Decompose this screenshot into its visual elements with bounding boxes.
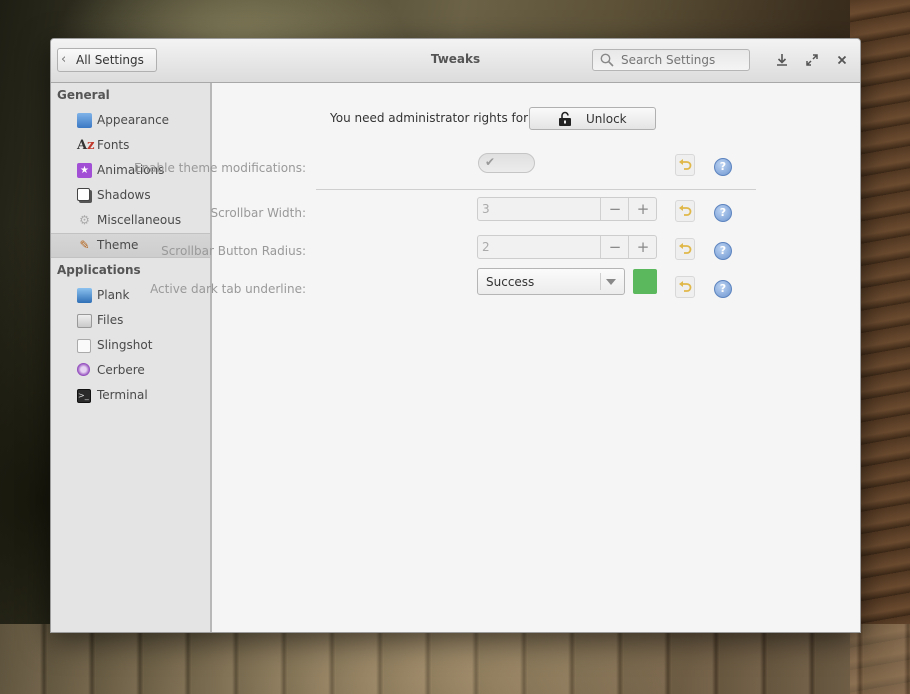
- unlock-button[interactable]: Unlock: [529, 107, 656, 130]
- titlebar: ‹ All Settings Tweaks: [51, 39, 860, 83]
- fonts-icon: Az: [77, 138, 95, 153]
- sidebar-item-label: Miscellaneous: [97, 213, 182, 227]
- check-icon: ✔: [485, 155, 496, 169]
- undo-icon: [679, 159, 692, 170]
- dark-tab-reset-button[interactable]: [675, 276, 695, 298]
- scrollbar-width-label: Scrollbar Width:: [210, 206, 306, 220]
- animations-icon: ★: [77, 163, 92, 178]
- dark-tab-value: Success: [486, 275, 535, 289]
- plank-icon: [77, 288, 92, 303]
- sidebar-item-appearance[interactable]: Appearance: [51, 108, 210, 133]
- sidebar-item-label: Plank: [97, 288, 130, 302]
- sidebar-item-label: Terminal: [97, 388, 148, 402]
- decrement-button[interactable]: −: [600, 198, 629, 220]
- undo-icon: [679, 205, 692, 216]
- undo-icon: [679, 281, 692, 292]
- divider: [316, 189, 756, 190]
- scrollbar-radius-label: Scrollbar Button Radius:: [161, 244, 306, 258]
- dark-tab-help-icon[interactable]: ?: [714, 280, 732, 298]
- files-icon: [77, 314, 92, 328]
- increment-button[interactable]: +: [628, 236, 657, 258]
- appearance-icon: [77, 113, 92, 128]
- sidebar-item-label: Slingshot: [97, 338, 153, 352]
- slingshot-icon: [77, 339, 91, 353]
- miscellaneous-icon: ⚙: [79, 213, 90, 227]
- unlock-label: Unlock: [586, 112, 627, 126]
- search-field[interactable]: [592, 49, 750, 71]
- dark-tab-label: Active dark tab underline:: [150, 282, 306, 296]
- download-icon[interactable]: [774, 52, 790, 68]
- maximize-icon[interactable]: [804, 52, 820, 68]
- sidebar-item-terminal[interactable]: >_ Terminal: [51, 383, 210, 408]
- enable-theme-help-icon[interactable]: ?: [714, 158, 732, 176]
- scrollbar-radius-reset-button[interactable]: [675, 238, 695, 260]
- sidebar-item-label: Shadows: [97, 188, 151, 202]
- scrollbar-radius-stepper[interactable]: − +: [477, 235, 657, 259]
- combo-separator: [600, 273, 601, 290]
- category-applications: Applications: [57, 263, 141, 277]
- settings-window: ‹ All Settings Tweaks General Appearance: [50, 38, 861, 633]
- enable-theme-label: Enable theme modifications:: [133, 161, 306, 175]
- search-icon: [600, 53, 614, 67]
- sidebar-item-label: Cerbere: [97, 363, 145, 377]
- shadows-icon: [77, 188, 90, 201]
- wallpaper-planks: [0, 624, 910, 694]
- scrollbar-radius-help-icon[interactable]: ?: [714, 242, 732, 260]
- sidebar-item-slingshot[interactable]: Slingshot: [51, 333, 210, 358]
- sidebar-item-files[interactable]: Files: [51, 308, 210, 333]
- lock-open-icon: [559, 111, 571, 126]
- sidebar-item-label: Appearance: [97, 113, 170, 127]
- cerbere-icon: [77, 363, 90, 376]
- decrement-button[interactable]: −: [600, 236, 629, 258]
- sidebar-item-fonts[interactable]: Az Fonts: [51, 133, 210, 158]
- close-icon[interactable]: [834, 52, 850, 68]
- increment-button[interactable]: +: [628, 198, 657, 220]
- enable-theme-toggle[interactable]: ✔: [478, 153, 535, 173]
- color-swatch[interactable]: [633, 269, 657, 294]
- scrollbar-width-help-icon[interactable]: ?: [714, 204, 732, 222]
- sidebar-item-shadows[interactable]: Shadows: [51, 183, 210, 208]
- content-pane: You need administrator rights for this U…: [134, 83, 860, 632]
- scrollbar-width-stepper[interactable]: − +: [477, 197, 657, 221]
- sidebar-item-miscellaneous[interactable]: ⚙ Miscellaneous: [51, 208, 210, 233]
- chevron-down-icon: [606, 279, 616, 285]
- theme-icon: ✎: [79, 238, 90, 252]
- enable-theme-reset-button[interactable]: [675, 154, 695, 176]
- terminal-icon: >_: [77, 389, 91, 403]
- scrollbar-radius-input[interactable]: [482, 239, 592, 255]
- sidebar-item-cerbere[interactable]: Cerbere: [51, 358, 210, 383]
- dark-tab-select[interactable]: Success: [477, 268, 625, 295]
- sidebar-item-label: Files: [97, 313, 124, 327]
- sidebar-item-label: Theme: [97, 238, 139, 252]
- admin-rights-text: You need administrator rights for this: [330, 111, 554, 125]
- scrollbar-width-reset-button[interactable]: [675, 200, 695, 222]
- scrollbar-width-input[interactable]: [482, 201, 592, 217]
- sidebar-item-label: Fonts: [97, 138, 130, 152]
- undo-icon: [679, 243, 692, 254]
- category-general: General: [57, 88, 110, 102]
- search-input[interactable]: [621, 51, 741, 69]
